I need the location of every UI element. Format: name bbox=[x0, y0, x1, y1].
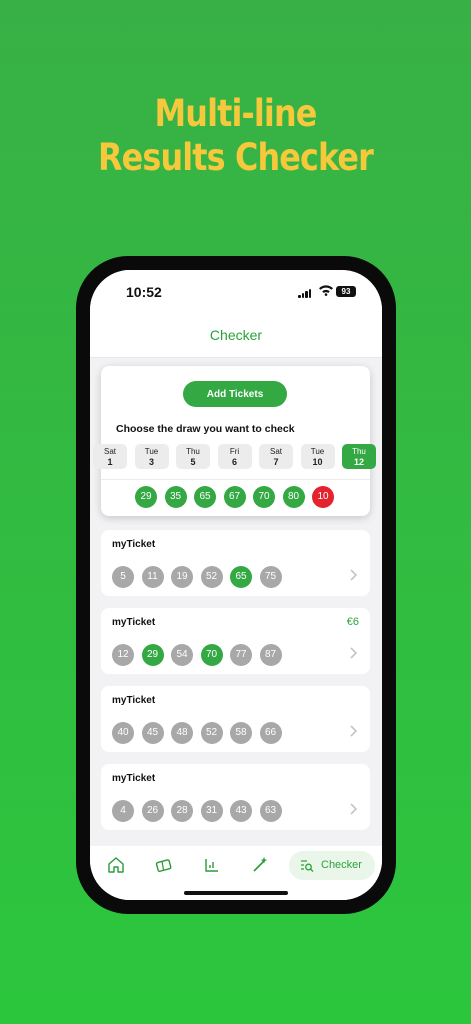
ticket-number: 48 bbox=[171, 722, 193, 744]
draw-number: 70 bbox=[253, 486, 275, 508]
ticket-numbers: 12 29 54 70 77 87 bbox=[112, 644, 282, 666]
hero-line-1: Multi-line bbox=[154, 92, 317, 135]
ticket-numbers: 40 45 48 52 58 66 bbox=[112, 722, 282, 744]
ticket-number: 58 bbox=[230, 722, 252, 744]
ticket-number: 28 bbox=[171, 800, 193, 822]
ticket-number: 77 bbox=[230, 644, 252, 666]
tab-checker[interactable]: Checker bbox=[289, 851, 375, 880]
ticket-number: 5 bbox=[112, 566, 134, 588]
add-tickets-button[interactable]: Add Tickets bbox=[183, 381, 287, 407]
chevron-right-icon bbox=[350, 647, 358, 659]
checker-icon bbox=[301, 860, 314, 872]
ticket-prize: €6 bbox=[346, 616, 359, 628]
ticket-number: 29 bbox=[141, 644, 164, 666]
ticket-name: myTicket bbox=[112, 617, 156, 628]
chevron-right-icon bbox=[350, 803, 358, 815]
chevron-right-icon bbox=[350, 725, 358, 737]
draw-day[interactable]: Sat 1 bbox=[93, 444, 127, 469]
tickets-icon[interactable] bbox=[154, 855, 174, 875]
ticket-name: myTicket bbox=[112, 773, 156, 784]
divider bbox=[101, 479, 370, 480]
ticket-number: 65 bbox=[230, 566, 252, 588]
ticket-number: 11 bbox=[141, 566, 164, 588]
ticket-number: 52 bbox=[200, 722, 223, 744]
ticket-card[interactable]: myTicket 5 11 19 52 65 75 bbox=[101, 530, 370, 596]
chevron-right-icon bbox=[350, 569, 358, 581]
generator-icon[interactable] bbox=[250, 855, 270, 875]
hero-line-2: Results Checker bbox=[98, 136, 374, 179]
ticket-name: myTicket bbox=[112, 539, 156, 550]
tab-checker-label: Checker bbox=[321, 859, 362, 871]
draw-day-selected[interactable]: Thu 12 bbox=[342, 444, 376, 469]
ticket-number: 54 bbox=[171, 644, 193, 666]
draw-results: 29 35 65 67 70 80 10 bbox=[135, 486, 334, 508]
page-title: Checker bbox=[209, 327, 263, 343]
ticket-name: myTicket bbox=[112, 695, 156, 706]
phone-frame: 10:52 93 Checker Add Tickets Choose the … bbox=[76, 256, 396, 914]
home-indicator bbox=[184, 891, 288, 895]
draw-number: 67 bbox=[223, 486, 246, 508]
ticket-number: 31 bbox=[200, 800, 223, 822]
signal-icon bbox=[298, 289, 311, 298]
ticket-number: 70 bbox=[200, 644, 223, 666]
status-time: 10:52 bbox=[126, 284, 162, 300]
ticket-numbers: 5 11 19 52 65 75 bbox=[112, 566, 282, 588]
draw-number: 35 bbox=[164, 486, 187, 508]
draw-day[interactable]: Fri 6 bbox=[217, 444, 252, 469]
ticket-number: 4 bbox=[112, 800, 134, 822]
ticket-numbers: 4 26 28 31 43 63 bbox=[112, 800, 282, 822]
home-icon[interactable] bbox=[106, 855, 126, 875]
ticket-number: 45 bbox=[141, 722, 164, 744]
ticket-number: 12 bbox=[112, 644, 134, 666]
ticket-number: 52 bbox=[200, 566, 223, 588]
draw-day[interactable]: Tue 10 bbox=[300, 444, 335, 469]
ticket-number: 63 bbox=[259, 800, 282, 822]
ticket-card[interactable]: myTicket 4 26 28 31 43 63 bbox=[101, 764, 370, 830]
draw-day[interactable]: Thu 5 bbox=[176, 444, 210, 469]
ticket-number: 19 bbox=[171, 566, 193, 588]
ticket-number: 43 bbox=[230, 800, 252, 822]
ticket-number: 75 bbox=[259, 566, 282, 588]
ticket-number: 66 bbox=[259, 722, 282, 744]
draw-day[interactable]: Sat 7 bbox=[259, 444, 293, 469]
nav-bar: Checker bbox=[90, 314, 382, 358]
draw-day[interactable]: Tue 3 bbox=[134, 444, 169, 469]
battery-icon: 93 bbox=[336, 286, 356, 297]
wifi-icon bbox=[319, 285, 333, 296]
draw-number: 65 bbox=[194, 486, 216, 508]
draw-day-list: Sat 1 Tue 3 Thu 5 Fri 6 Sat 7 Tue 10 Thu… bbox=[93, 444, 376, 469]
ticket-card[interactable]: myTicket 40 45 48 52 58 66 bbox=[101, 686, 370, 752]
draw-number: 80 bbox=[282, 486, 305, 508]
status-bar: 10:52 93 bbox=[90, 270, 382, 314]
bonus-number: 10 bbox=[312, 486, 334, 508]
ticket-number: 87 bbox=[259, 644, 282, 666]
ticket-number: 26 bbox=[141, 800, 164, 822]
choose-draw-label: Choose the draw you want to check bbox=[116, 423, 295, 435]
draw-selector-card: Add Tickets Choose the draw you want to … bbox=[93, 366, 376, 516]
hero-title: Multi-line Results Checker bbox=[33, 92, 438, 180]
ticket-number: 40 bbox=[112, 722, 134, 744]
stats-icon[interactable] bbox=[202, 855, 222, 875]
ticket-card[interactable]: myTicket €6 12 29 54 70 77 87 bbox=[101, 608, 370, 674]
app-screen: 10:52 93 Checker Add Tickets Choose the … bbox=[90, 270, 382, 900]
draw-number: 29 bbox=[135, 486, 157, 508]
